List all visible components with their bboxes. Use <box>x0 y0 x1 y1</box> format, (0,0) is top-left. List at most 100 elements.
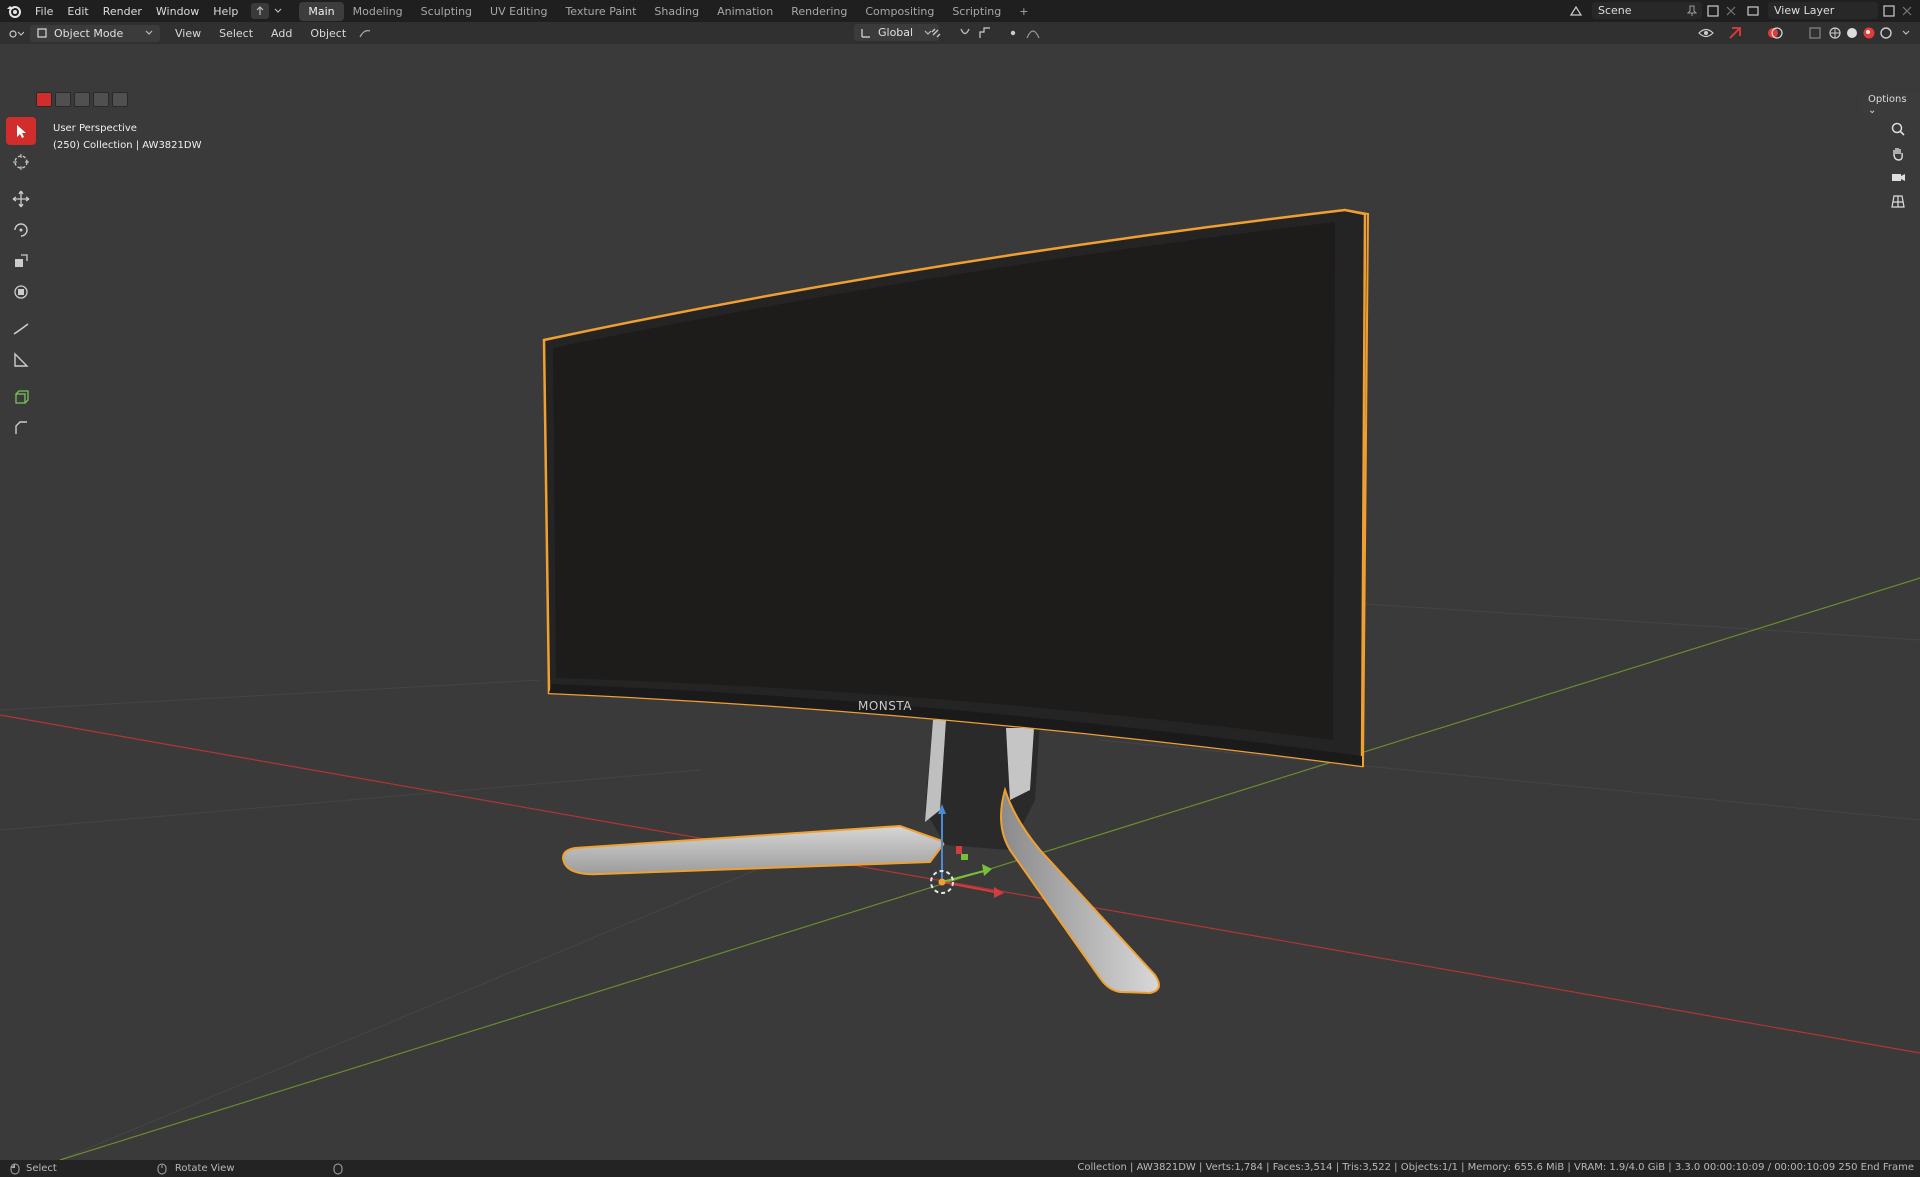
tab-main[interactable]: Main <box>299 1 344 21</box>
menu-file[interactable]: File <box>28 5 60 18</box>
shading-options-chevron-icon[interactable] <box>1896 24 1916 41</box>
proportional-edit-icon[interactable] <box>1003 24 1023 41</box>
move-tool[interactable] <box>6 185 36 213</box>
scene-name: Scene <box>1598 4 1632 17</box>
measure-tool[interactable] <box>6 346 36 374</box>
perspective-toggle-icon[interactable] <box>1885 190 1911 212</box>
bevel-tool[interactable] <box>6 414 36 442</box>
menu-edit[interactable]: Edit <box>60 5 95 18</box>
navigation-controls <box>1885 118 1911 214</box>
monitor[interactable] <box>542 208 1370 768</box>
blender-logo-icon[interactable] <box>6 3 22 19</box>
show-overlays-icon[interactable] <box>1765 24 1785 41</box>
transform-icon <box>14 285 28 299</box>
falloff-icon[interactable] <box>1023 24 1043 41</box>
tab-animation[interactable]: Animation <box>708 2 782 21</box>
menu-add[interactable]: Add <box>262 27 301 40</box>
tool-shelf <box>6 117 38 445</box>
mode-dropdown[interactable]: Object Mode <box>30 24 160 42</box>
menu-window[interactable]: Window <box>149 5 206 18</box>
camera-view-icon[interactable] <box>1885 166 1911 188</box>
mode-label: Object Mode <box>54 26 124 40</box>
view-layer-icon[interactable] <box>1746 4 1760 18</box>
scale-tool[interactable] <box>6 247 36 275</box>
tab-compositing[interactable]: Compositing <box>856 2 943 21</box>
scale-icon <box>15 254 28 267</box>
tab-modeling[interactable]: Modeling <box>344 2 412 21</box>
editor-type-icon[interactable] <box>6 25 26 42</box>
grease-pencil-icon[interactable] <box>355 25 375 42</box>
tab-rendering[interactable]: Rendering <box>782 2 856 21</box>
select-intersect-icon[interactable] <box>112 92 128 107</box>
menu-render[interactable]: Render <box>96 5 149 18</box>
menu-view[interactable]: View <box>166 27 210 40</box>
status-bar: Select Rotate View Collection | AW3821DW… <box>0 1160 1920 1177</box>
rotate-icon <box>14 223 28 237</box>
annotate-pen-icon <box>13 323 29 335</box>
zoom-icon[interactable] <box>1885 118 1911 140</box>
snap-target-icon[interactable] <box>975 24 995 41</box>
upload-icon[interactable] <box>251 3 270 19</box>
annotate-tool[interactable] <box>6 315 36 343</box>
tab-uv-editing[interactable]: UV Editing <box>481 2 556 21</box>
orientation-icon <box>861 28 870 38</box>
show-gizmo-icon[interactable] <box>1725 24 1745 41</box>
bevel-icon <box>15 421 27 434</box>
add-cube-icon <box>15 390 29 404</box>
top-menu-bar: File Edit Render Window Help Main Modeli… <box>0 0 1920 22</box>
close-view-layer-icon[interactable] <box>1900 4 1914 18</box>
add-workspace-button[interactable]: + <box>1010 2 1037 21</box>
menu-object[interactable]: Object <box>301 27 355 40</box>
select-new-icon[interactable] <box>36 92 52 107</box>
mouse-right-icon <box>333 1163 343 1174</box>
scene-statistics: Collection | AW3821DW | Verts:1,784 | Fa… <box>1077 1162 1914 1173</box>
viewport-header: Object Mode View Select Add Object Globa… <box>0 22 1920 44</box>
mouse-middle-icon <box>157 1163 167 1174</box>
orientation-label: Global <box>878 26 914 39</box>
mouse-left-icon <box>10 1163 20 1174</box>
object-mode-icon <box>37 28 47 38</box>
rotate-tool[interactable] <box>6 216 36 244</box>
cursor-tool[interactable] <box>6 148 36 176</box>
pan-hand-icon[interactable] <box>1885 142 1911 164</box>
chevron-down-icon: ⌄ <box>1868 105 1877 116</box>
snap-toggle-icon[interactable] <box>955 24 975 41</box>
xray-toggle-icon[interactable] <box>1805 24 1825 41</box>
selection-mode-group <box>36 92 128 107</box>
chevron-down-icon[interactable] <box>273 6 283 16</box>
monitor-stand[interactable] <box>561 720 1160 995</box>
status-select-label: Select <box>26 1163 57 1174</box>
pin-icon[interactable] <box>1687 5 1697 17</box>
select-subtract-icon[interactable] <box>74 92 90 107</box>
3d-viewport[interactable]: MONSTA User Perspective (250) Collection… <box>0 44 1920 1160</box>
view-layer-field[interactable]: View Layer <box>1768 2 1878 19</box>
transform-tool[interactable] <box>6 278 36 306</box>
options-label: Options <box>1868 94 1907 105</box>
new-scene-icon[interactable] <box>1706 4 1720 18</box>
tab-shading[interactable]: Shading <box>645 2 708 21</box>
select-extend-icon[interactable] <box>55 92 71 107</box>
options-dropdown[interactable]: Options ⌄ <box>1862 92 1920 118</box>
close-scene-icon[interactable] <box>1724 4 1738 18</box>
scene-name-field[interactable]: Scene <box>1592 2 1702 19</box>
viewport-scene: MONSTA <box>0 208 1920 1160</box>
add-cube-tool[interactable] <box>6 383 36 411</box>
cursor-arrow-icon <box>17 125 26 138</box>
menu-select[interactable]: Select <box>210 27 262 40</box>
menu-help[interactable]: Help <box>206 5 245 18</box>
move-icon <box>12 190 30 208</box>
pivot-point-icon[interactable] <box>926 24 946 41</box>
visibility-icon[interactable] <box>1696 24 1716 41</box>
collection-label: (250) Collection | AW3821DW <box>53 140 202 151</box>
scene-icon[interactable] <box>1569 4 1583 18</box>
select-box-tool[interactable] <box>6 117 36 145</box>
rendered-shading-icon[interactable] <box>1876 24 1896 41</box>
new-view-layer-icon[interactable] <box>1882 4 1896 18</box>
tab-scripting[interactable]: Scripting <box>943 2 1010 21</box>
perspective-label: User Perspective <box>53 123 137 134</box>
select-difference-icon[interactable] <box>93 92 109 107</box>
monitor-brand-text: MONSTA <box>858 699 912 713</box>
tab-texture-paint[interactable]: Texture Paint <box>556 2 645 21</box>
tab-sculpting[interactable]: Sculpting <box>412 2 481 21</box>
3d-cursor-icon <box>13 154 29 170</box>
